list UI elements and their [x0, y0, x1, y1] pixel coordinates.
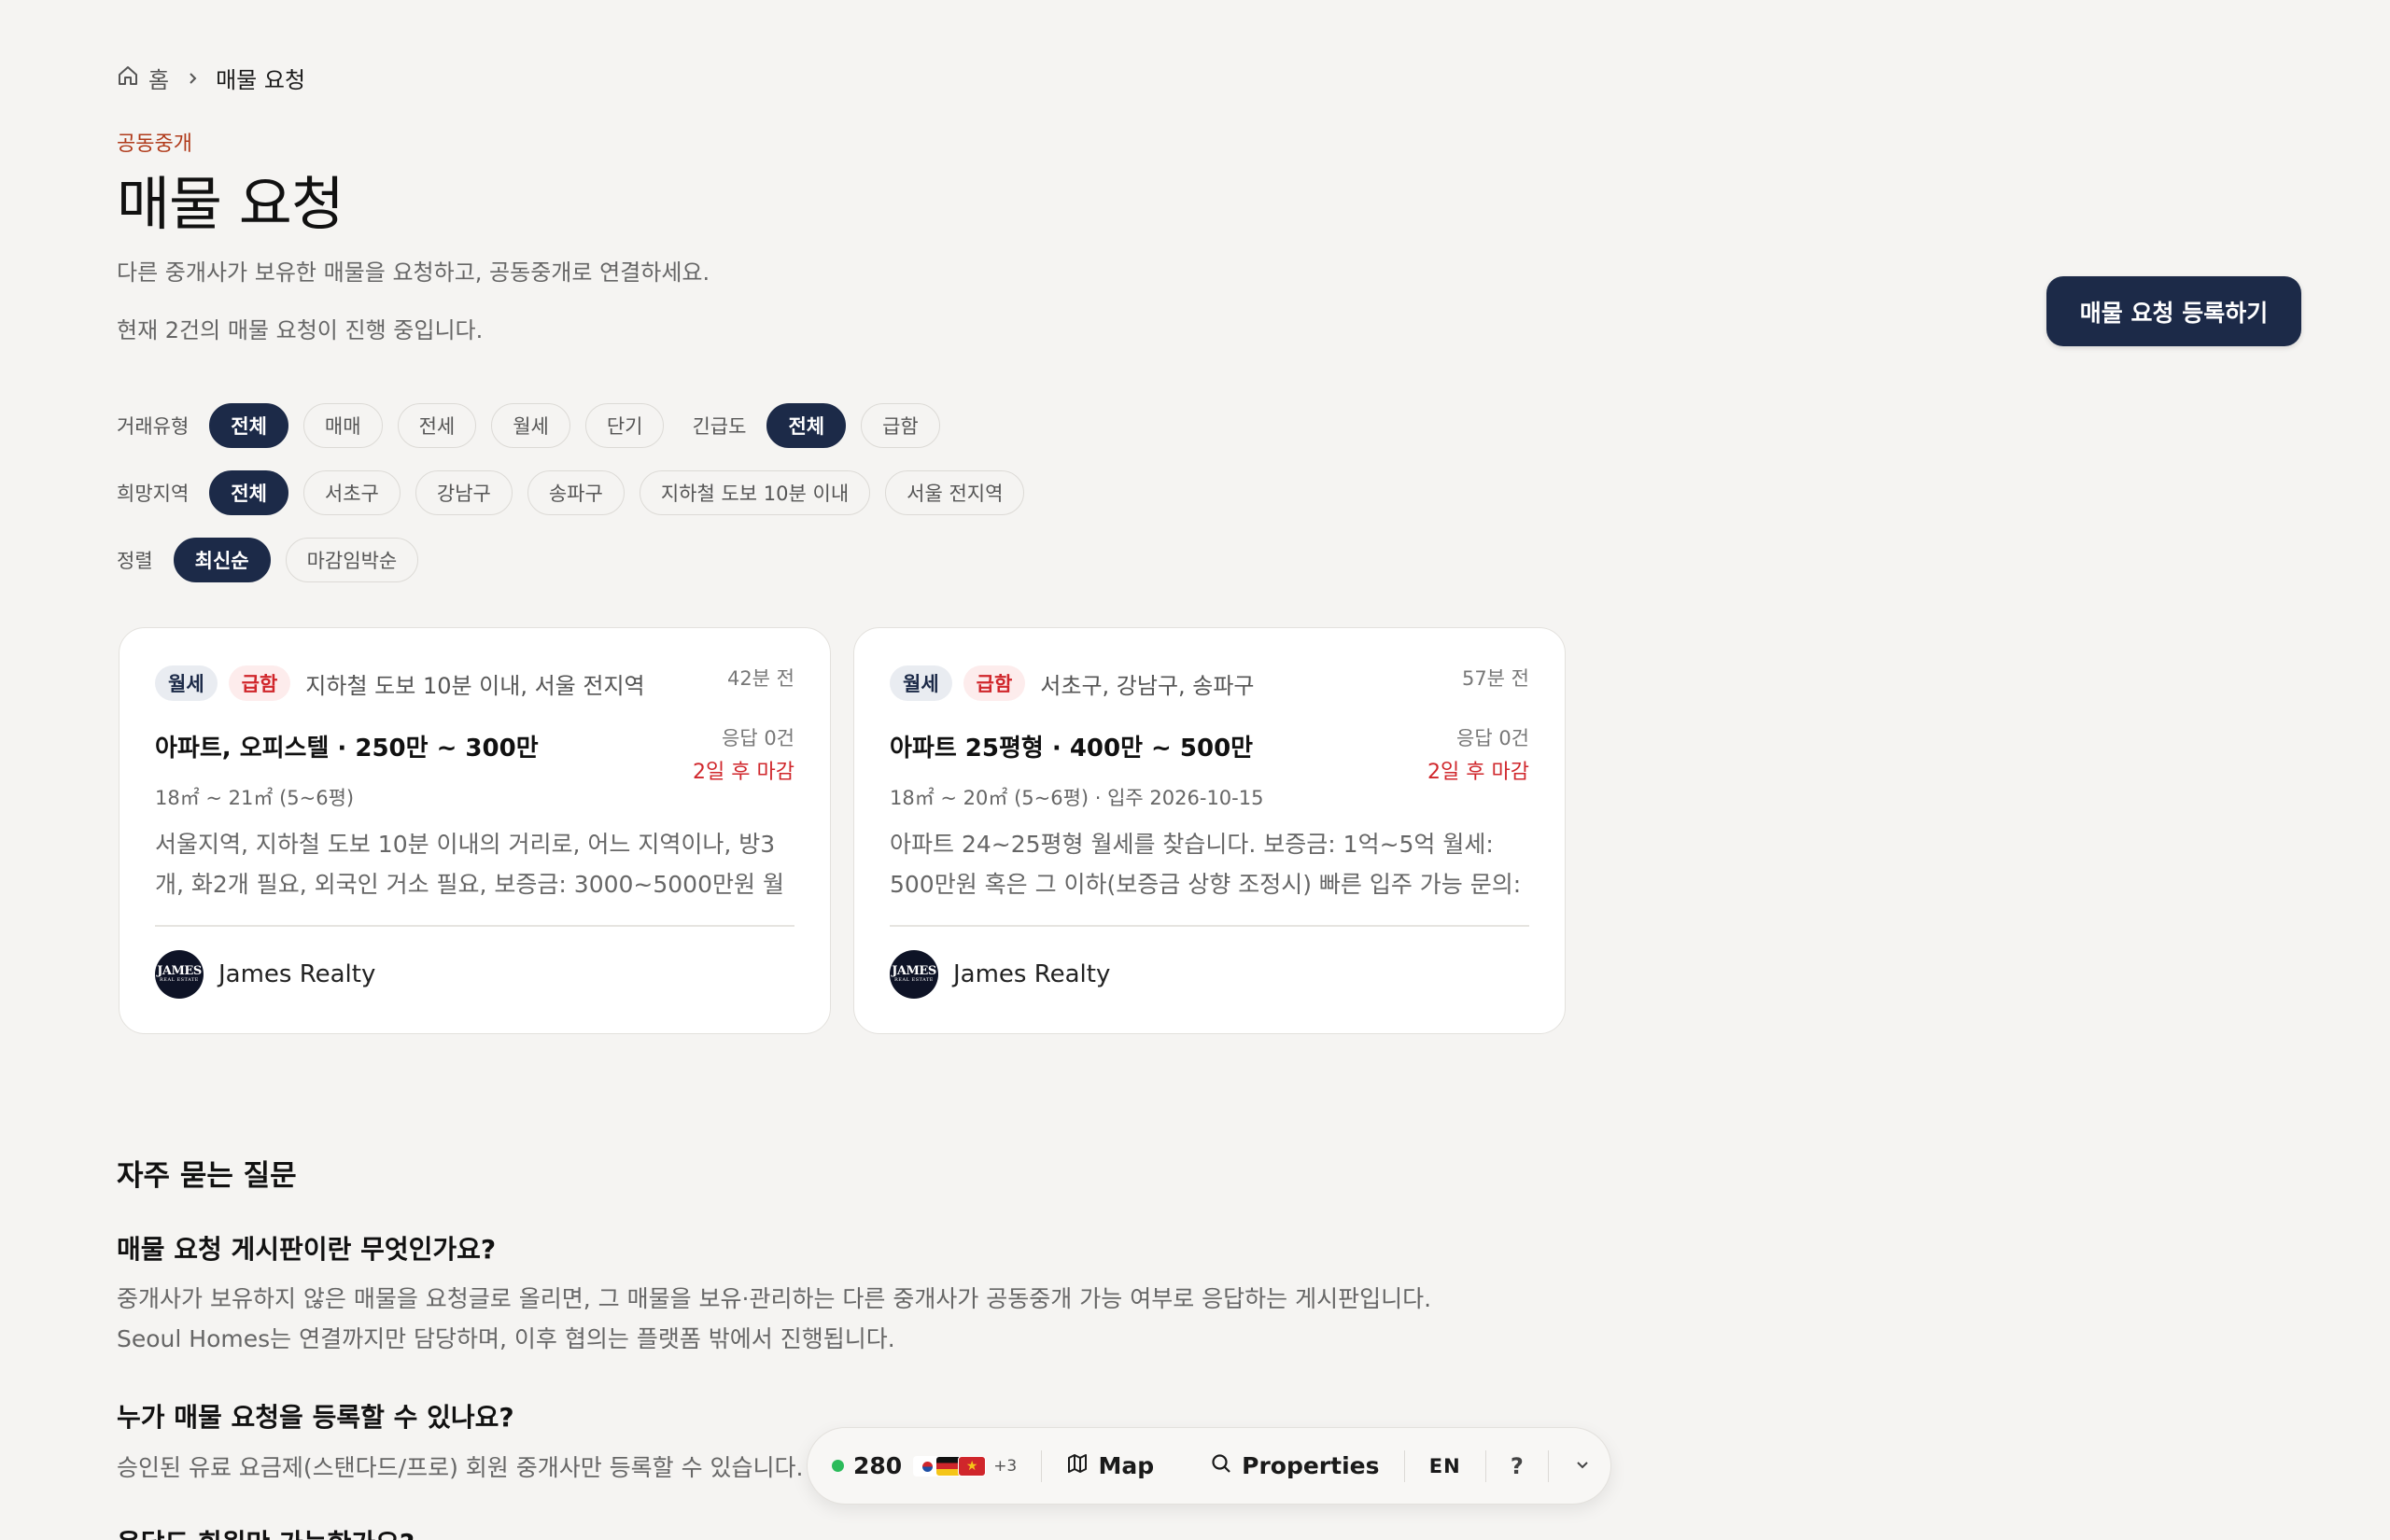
chip-deal-monthly[interactable]: 월세 — [491, 403, 570, 448]
filter-row-region: 희망지역 전체 서초구 강남구 송파구 지하철 도보 10분 이내 서울 전지역 — [117, 470, 1039, 515]
card-response-count: 응답 0건 — [1456, 727, 1529, 749]
chip-urgency-all[interactable]: 전체 — [766, 403, 847, 448]
chip-region-seoul[interactable]: 서울 전지역 — [885, 470, 1025, 515]
card-agent[interactable]: JAMES REAL ESTATE James Realty — [890, 950, 1110, 999]
card-divider — [155, 925, 794, 927]
card-agent[interactable]: JAMES REAL ESTATE James Realty — [155, 950, 375, 999]
request-card[interactable]: 월세 급함 지하철 도보 10분 이내, 서울 전지역 42분 전 응답 0건 … — [119, 627, 831, 1034]
home-icon — [117, 64, 139, 92]
faq-question: 매물 요청 게시판이란 무엇인가요? — [117, 1234, 497, 1265]
request-count-status: 현재 2건의 매물 요청이 진행 중입니다. — [117, 317, 484, 343]
breadcrumb-current: 매물 요청 — [216, 67, 306, 93]
card-headline: 아파트 25평형 · 400만 ~ 500만 — [890, 735, 1254, 763]
map-label: Map — [1098, 1452, 1155, 1479]
chip-region-all[interactable]: 전체 — [209, 470, 288, 515]
deal-type-badge: 월세 — [155, 665, 218, 701]
expand-button[interactable] — [1573, 1455, 1592, 1477]
toolbar-divider — [1547, 1449, 1549, 1482]
faq-answer: 승인된 유료 요금제(스탠다드/프로) 회원 중개사만 등록할 수 있습니다. — [117, 1454, 804, 1481]
chip-deal-short[interactable]: 단기 — [584, 403, 665, 448]
card-regions: 지하철 도보 10분 이내, 서울 전지역 — [305, 672, 645, 699]
card-description: 아파트 24~25평형 월세를 찾습니다. 보증금: 1억~5억 월세: 500… — [890, 831, 1522, 898]
card-badges: 월세 급함 지하철 도보 10분 이내, 서울 전지역 — [155, 665, 645, 701]
urgent-badge: 급함 — [963, 665, 1026, 701]
faq-answer: Seoul Homes는 연결까지만 담당하며, 이후 협의는 플랫폼 밖에서 … — [117, 1325, 895, 1352]
toolbar-divider — [1484, 1449, 1486, 1482]
card-spec: 18㎡ ~ 20㎡ (5~6평) · 입주 2026-10-15 — [890, 787, 1264, 809]
page-subtitle: 다른 중개사가 보유한 매물을 요청하고, 공동중개로 연결하세요. — [117, 259, 710, 286]
faq-answer: 중개사가 보유하지 않은 매물을 요청글로 올리면, 그 매물을 보유·관리하는… — [117, 1285, 1432, 1312]
card-deadline: 2일 후 마감 — [1427, 761, 1529, 784]
agent-name: James Realty — [953, 960, 1111, 988]
language-flags: ★ — [913, 1455, 987, 1477]
breadcrumb-home-label: 홈 — [148, 67, 170, 93]
faq-title: 자주 묻는 질문 — [117, 1159, 297, 1193]
toolbar-divider — [1041, 1449, 1043, 1482]
urgency-label: 긴급도 — [692, 415, 747, 438]
more-flags-count: +3 — [993, 1456, 1018, 1476]
chevron-right-icon — [182, 68, 203, 89]
region-label: 희망지역 — [117, 483, 190, 505]
card-badges: 월세 급함 서초구, 강남구, 송파구 — [890, 665, 1255, 701]
online-users[interactable]: 280 — [832, 1452, 902, 1479]
faq-question: 응답도 회원만 가능한가요? — [117, 1523, 415, 1540]
language-toggle[interactable]: EN — [1429, 1455, 1461, 1477]
deal-type-badge: 월세 — [890, 665, 952, 701]
chip-region-gangnam[interactable]: 강남구 — [415, 470, 513, 515]
register-request-button[interactable]: 매물 요청 등록하기 — [2046, 276, 2301, 346]
card-description: 서울지역, 지하철 도보 10분 이내의 거리로, 어느 지역이나, 방3개, … — [155, 831, 784, 898]
map-icon — [1066, 1452, 1089, 1480]
card-headline: 아파트, 오피스텔 · 250만 ~ 300만 — [155, 735, 539, 763]
vietnam-flag-icon: ★ — [958, 1455, 987, 1477]
chevron-down-icon — [1573, 1455, 1592, 1477]
map-button[interactable]: Map — [1066, 1452, 1154, 1480]
urgent-badge: 급함 — [228, 665, 291, 701]
help-button[interactable]: ? — [1511, 1453, 1524, 1479]
request-card[interactable]: 월세 급함 서초구, 강남구, 송파구 57분 전 응답 0건 2일 후 마감 … — [853, 627, 1566, 1034]
search-icon — [1210, 1452, 1232, 1480]
card-spec: 18㎡ ~ 21㎡ (5~6평) — [155, 787, 355, 809]
agent-name: James Realty — [218, 960, 376, 988]
card-time-ago: 57분 전 — [1461, 667, 1529, 690]
chip-deal-all[interactable]: 전체 — [209, 403, 288, 448]
chip-urgency-urgent[interactable]: 급함 — [861, 403, 940, 448]
deal-type-label: 거래유형 — [117, 415, 190, 438]
chip-sort-deadline[interactable]: 마감임박순 — [285, 538, 419, 582]
chip-region-seocho[interactable]: 서초구 — [302, 470, 401, 515]
agent-avatar: JAMES REAL ESTATE — [155, 950, 204, 999]
breadcrumb-home[interactable]: 홈 — [117, 62, 169, 94]
card-deadline: 2일 후 마감 — [693, 761, 794, 784]
breadcrumb: 홈 매물 요청 — [117, 62, 305, 94]
agent-avatar: JAMES REAL ESTATE — [890, 950, 938, 999]
chip-region-songpa[interactable]: 송파구 — [527, 470, 625, 515]
card-divider — [890, 925, 1529, 927]
chip-deal-sale[interactable]: 매매 — [302, 403, 383, 448]
properties-button[interactable]: Properties — [1210, 1452, 1380, 1480]
chip-sort-latest[interactable]: 최신순 — [173, 538, 271, 582]
page-title: 매물 요청 — [117, 170, 344, 238]
toolbar-divider — [1403, 1449, 1405, 1482]
filter-row-sort: 정렬 최신순 마감임박순 — [117, 538, 433, 582]
online-count: 280 — [853, 1452, 903, 1479]
floating-toolbar: 280 ★ +3 Map Properties EN ? — [807, 1427, 1611, 1505]
card-time-ago: 42분 전 — [726, 667, 794, 690]
filter-row-deal-type: 거래유형 전체 매매 전세 월세 단기 긴급도 전체 급함 — [117, 403, 955, 448]
page-eyebrow: 공동중개 — [117, 133, 192, 156]
chip-deal-jeonse[interactable]: 전세 — [397, 403, 477, 448]
faq-question: 누가 매물 요청을 등록할 수 있나요? — [117, 1402, 514, 1433]
card-regions: 서초구, 강남구, 송파구 — [1040, 672, 1255, 699]
chip-region-subway[interactable]: 지하철 도보 10분 이내 — [639, 470, 871, 515]
card-response-count: 응답 0건 — [722, 727, 794, 749]
sort-label: 정렬 — [117, 550, 153, 572]
properties-label: Properties — [1242, 1452, 1380, 1479]
online-dot-icon — [832, 1460, 844, 1472]
